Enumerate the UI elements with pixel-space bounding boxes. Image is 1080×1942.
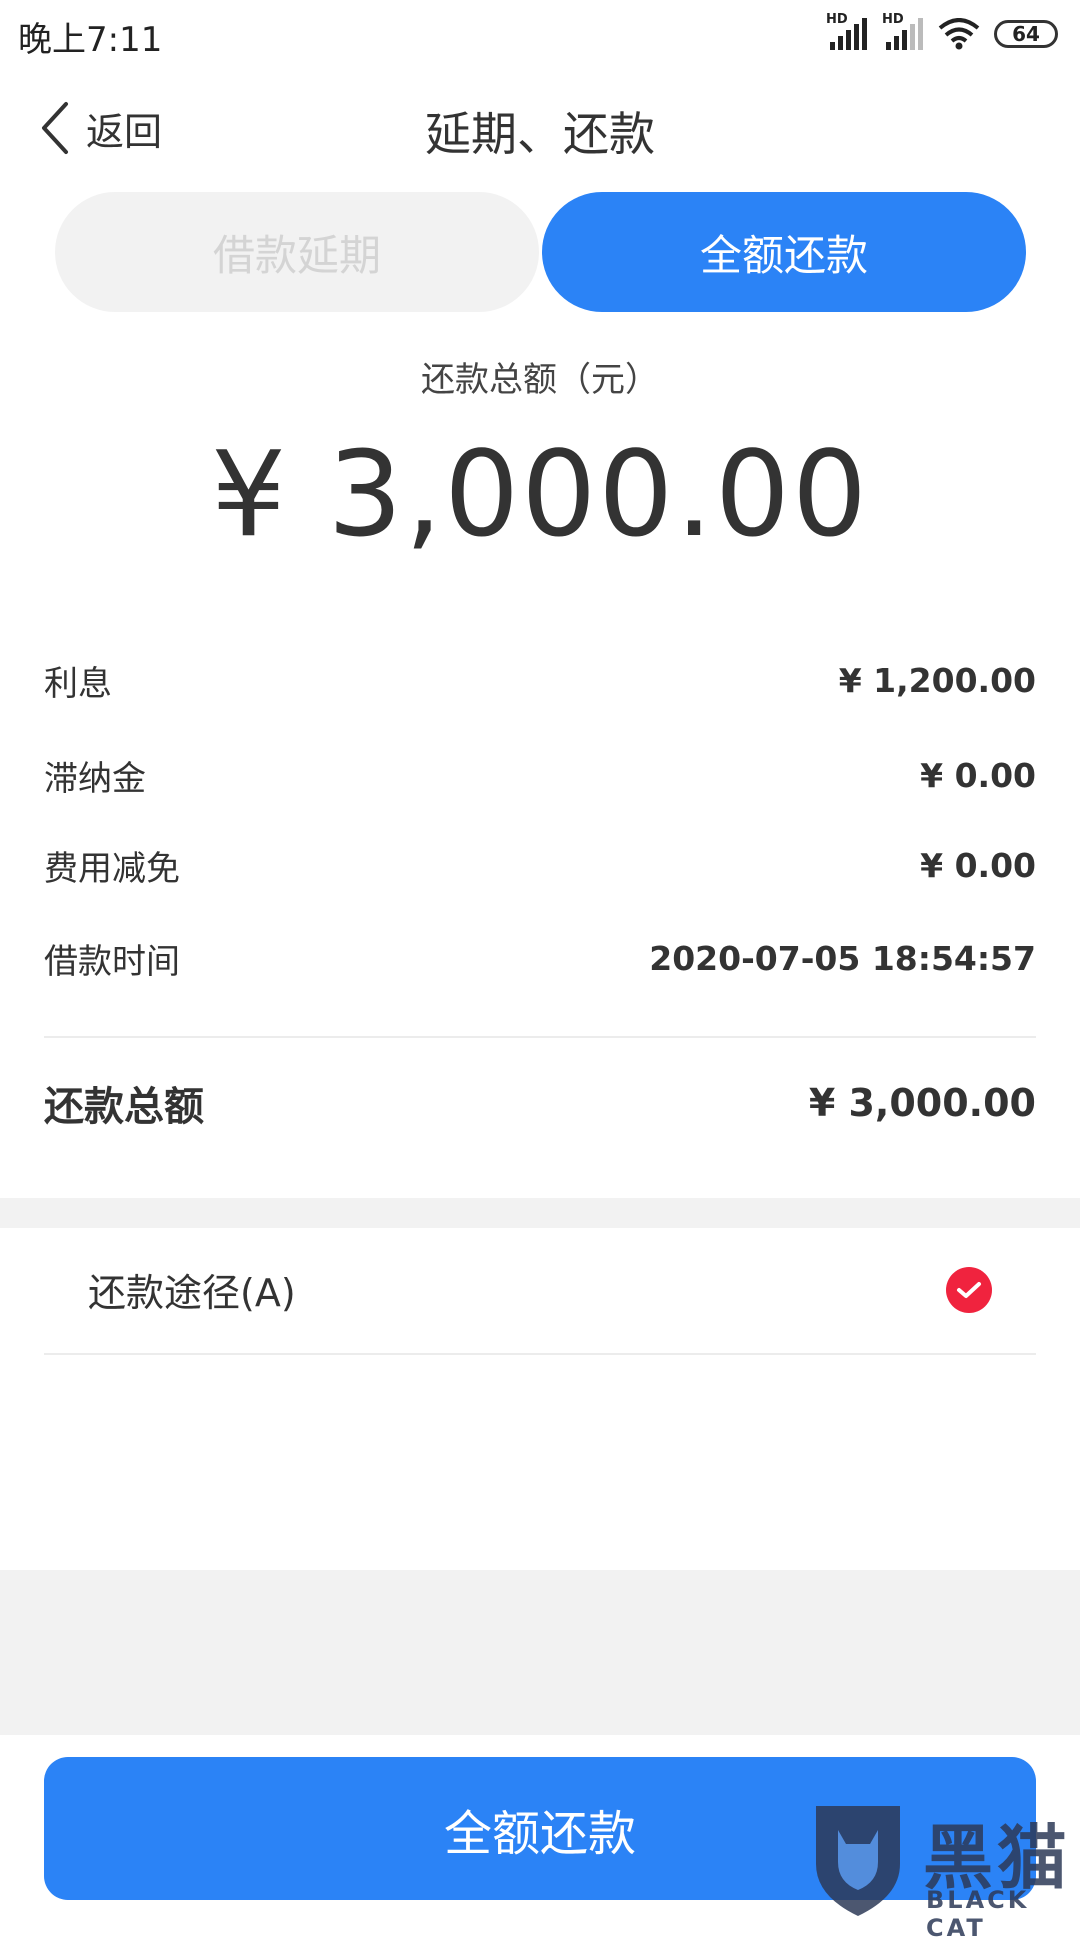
status-icons: HD HD 64 bbox=[826, 12, 1058, 54]
total-row: 还款总额 ¥ 3,000.00 bbox=[44, 1072, 1036, 1134]
shield-cat-icon bbox=[816, 1806, 900, 1916]
payment-method-option[interactable]: 还款途径(A) bbox=[44, 1230, 1036, 1350]
total-label: 还款总额 bbox=[44, 1084, 204, 1130]
wifi-icon bbox=[938, 18, 980, 50]
tab-full-repayment[interactable]: 全额还款 bbox=[542, 192, 1026, 312]
detail-label: 借款时间 bbox=[44, 941, 180, 982]
signal-icon-2: HD bbox=[882, 12, 924, 52]
nav-header: 返回 延期、还款 bbox=[0, 80, 1080, 176]
tab-loan-extension[interactable]: 借款延期 bbox=[55, 192, 539, 312]
check-icon bbox=[946, 1267, 992, 1313]
detail-label: 利息 bbox=[44, 663, 112, 704]
payment-method-label: 还款途径(A) bbox=[88, 1271, 296, 1315]
detail-row-loan-time: 借款时间 2020-07-05 18:54:57 bbox=[44, 928, 1036, 988]
page-title: 延期、还款 bbox=[425, 107, 655, 161]
detail-value: 2020-07-05 18:54:57 bbox=[649, 938, 1036, 978]
detail-value: ¥ 0.00 bbox=[920, 845, 1036, 885]
status-bar: 晚上7:11 HD HD 64 bbox=[0, 0, 1080, 66]
status-time: 晚上7:11 bbox=[18, 20, 163, 60]
detail-value: ¥ 1,200.00 bbox=[838, 660, 1036, 700]
divider bbox=[44, 1036, 1036, 1038]
watermark-subtext: BLACK CAT bbox=[926, 1886, 1030, 1942]
detail-row-interest: 利息 ¥ 1,200.00 bbox=[44, 650, 1036, 710]
total-value: ¥ 3,000.00 bbox=[808, 1081, 1036, 1125]
signal-icon-1: HD bbox=[826, 12, 868, 52]
watermark-logo: 黑猫 BLACK CAT bbox=[808, 1800, 1078, 1942]
detail-row-late-fee: 滞纳金 ¥ 0.00 bbox=[44, 745, 1036, 805]
detail-label: 费用减免 bbox=[44, 848, 180, 889]
battery-level: 64 bbox=[1012, 22, 1040, 46]
bottom-gray-area bbox=[0, 1570, 1080, 1735]
summary-amount: ¥ 3,000.00 bbox=[210, 425, 870, 563]
battery-icon: 64 bbox=[994, 20, 1058, 48]
detail-value: ¥ 0.00 bbox=[920, 755, 1036, 795]
detail-row-fee-waiver: 费用减免 ¥ 0.00 bbox=[44, 835, 1036, 895]
summary-label: 还款总额（元） bbox=[421, 360, 659, 400]
detail-label: 滞纳金 bbox=[44, 758, 146, 799]
divider bbox=[44, 1353, 1036, 1355]
section-separator bbox=[0, 1198, 1080, 1228]
